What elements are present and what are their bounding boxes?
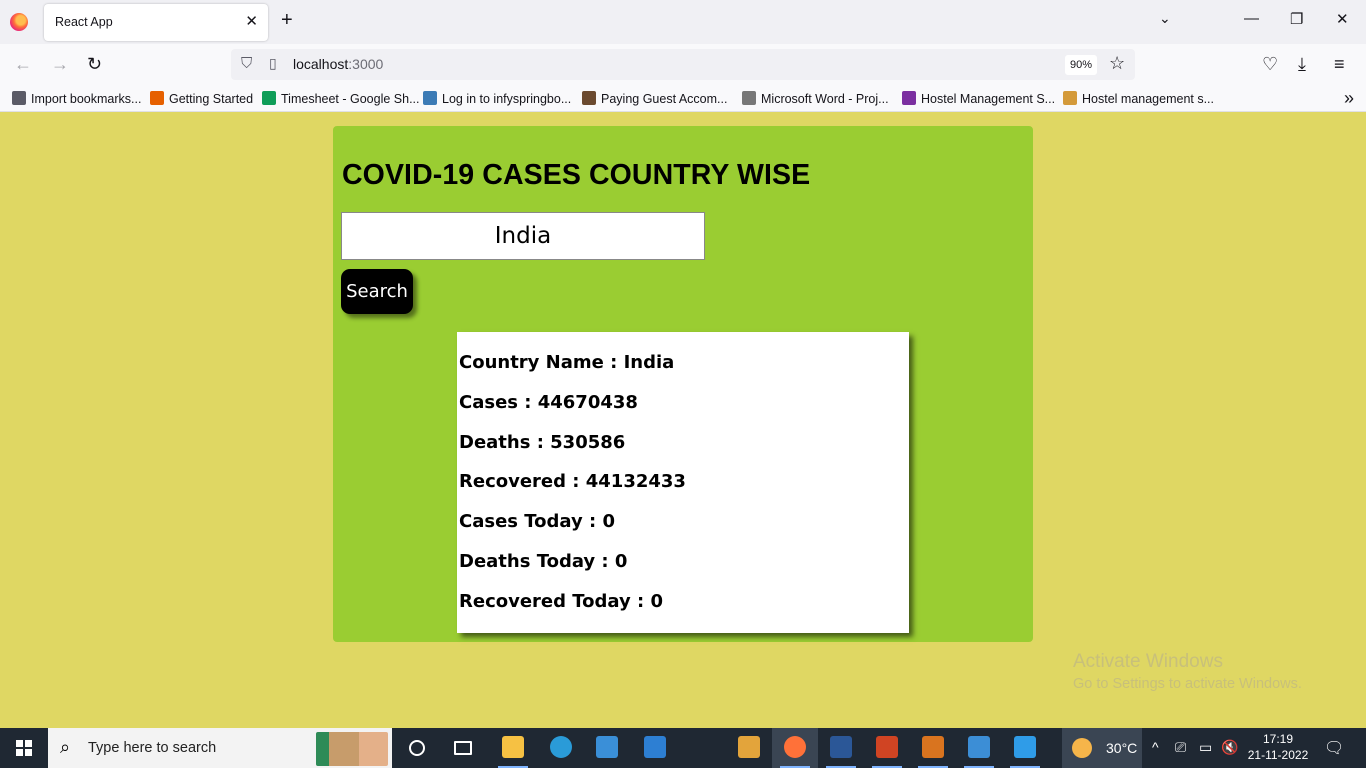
- system-clock[interactable]: 17:19 21-11-2022: [1246, 731, 1310, 763]
- clock-time: 17:19: [1262, 732, 1294, 746]
- photos-icon[interactable]: [956, 728, 1002, 768]
- bookmark-item[interactable]: Hostel Management S...: [902, 91, 1055, 106]
- deaths-today: Deaths Today : 0: [459, 551, 628, 572]
- bookmark-item[interactable]: Log in to infyspringbo...: [423, 91, 571, 106]
- weather-icon: [1072, 738, 1092, 758]
- tab-react-app[interactable]: React App ✕: [44, 4, 268, 41]
- restore-button[interactable]: ❐: [1290, 10, 1303, 28]
- bookmarks-bar: Import bookmarks... Getting Started Time…: [0, 86, 1366, 112]
- site-icon: [423, 91, 437, 105]
- page-icon[interactable]: ▯: [269, 55, 277, 72]
- navigation-bar: ← → ↻ ⛉ ▯ localhost:3000 90% ☆ ♡ ⤓ ≡: [0, 44, 1366, 86]
- site-icon: [582, 91, 596, 105]
- battery-icon[interactable]: ▭: [1199, 739, 1212, 756]
- site-icon: [1063, 91, 1077, 105]
- watermark-title: Activate Windows: [1073, 651, 1223, 672]
- sheets-icon: [262, 91, 276, 105]
- search-icon: ⌕: [60, 737, 71, 757]
- search-highlight-image: [316, 732, 388, 766]
- shield-icon[interactable]: ⛉: [241, 55, 252, 72]
- recovered-today: Recovered Today : 0: [459, 591, 664, 612]
- country-name: Country Name : India: [459, 352, 675, 373]
- url-text[interactable]: localhost:3000: [293, 56, 383, 72]
- edge-icon[interactable]: [538, 728, 584, 768]
- taskbar-search-box[interactable]: ⌕ Type here to search: [48, 728, 392, 768]
- zoom-level[interactable]: 90%: [1065, 55, 1097, 75]
- powerpoint-icon[interactable]: [864, 728, 910, 768]
- back-button[interactable]: ←: [14, 54, 32, 75]
- covid-card: COVID-19 CASES COUNTRY WISE India Search…: [333, 126, 1033, 642]
- volume-icon[interactable]: 🔇: [1221, 739, 1238, 756]
- clock-date: 21-11-2022: [1247, 748, 1309, 762]
- bookmark-item[interactable]: Paying Guest Accom...: [582, 91, 727, 106]
- new-tab-button[interactable]: +: [281, 9, 293, 32]
- close-tab-icon[interactable]: ✕: [245, 12, 258, 30]
- pocket-icon[interactable]: ♡: [1262, 54, 1278, 75]
- menu-icon[interactable]: ≡: [1334, 54, 1345, 75]
- task-view-icon[interactable]: [440, 728, 486, 768]
- firefox-icon: [150, 91, 164, 105]
- import-icon: [12, 91, 26, 105]
- weather-widget[interactable]: 30°C: [1062, 728, 1142, 768]
- tab-bar: React App ✕ + ⌄ — ❐ ✕: [0, 0, 1366, 44]
- windows-start-icon[interactable]: [16, 740, 32, 756]
- download-icon[interactable]: ⤓: [1298, 54, 1306, 75]
- close-window-button[interactable]: ✕: [1336, 10, 1349, 28]
- firefox-taskbar-icon[interactable]: [772, 728, 818, 768]
- weather-temperature: 30°C: [1106, 740, 1138, 756]
- url-bar[interactable]: ⛉ ▯ localhost:3000 90% ☆: [231, 49, 1135, 80]
- file-explorer-icon[interactable]: [490, 728, 536, 768]
- watermark-subtitle: Go to Settings to activate Windows.: [1073, 676, 1302, 692]
- cortana-icon[interactable]: [394, 728, 440, 768]
- activate-windows-watermark: Activate Windows Go to Settings to activ…: [1073, 651, 1302, 692]
- store-icon[interactable]: [584, 728, 630, 768]
- office-app-icon[interactable]: [910, 728, 956, 768]
- tray-chevron-icon[interactable]: ^: [1152, 739, 1159, 755]
- word-icon[interactable]: [818, 728, 864, 768]
- app-folder-icon[interactable]: [726, 728, 772, 768]
- meet-now-icon[interactable]: ⎚: [1175, 739, 1186, 756]
- forward-button[interactable]: →: [51, 54, 69, 75]
- vscode-icon[interactable]: [1002, 728, 1048, 768]
- more-bookmarks-icon[interactable]: »: [1344, 88, 1354, 109]
- minimize-button[interactable]: —: [1244, 10, 1259, 27]
- search-button[interactable]: Search: [341, 269, 413, 314]
- list-tabs-icon[interactable]: ⌄: [1159, 10, 1171, 27]
- bookmark-star-icon[interactable]: ☆: [1109, 53, 1125, 74]
- site-icon: [902, 91, 916, 105]
- bookmark-item[interactable]: Microsoft Word - Proj...: [742, 91, 889, 106]
- mail-icon[interactable]: [632, 728, 678, 768]
- reload-button[interactable]: ↻: [87, 54, 102, 75]
- page-title: COVID-19 CASES COUNTRY WISE: [342, 159, 811, 191]
- deaths: Deaths : 530586: [459, 432, 626, 453]
- country-search-input[interactable]: India: [341, 212, 705, 260]
- bookmark-item[interactable]: Timesheet - Google Sh...: [262, 91, 420, 106]
- cases-today: Cases Today : 0: [459, 511, 615, 532]
- search-placeholder: Type here to search: [88, 740, 217, 756]
- bookmark-item[interactable]: Import bookmarks...: [12, 91, 141, 106]
- bookmark-item[interactable]: Getting Started: [150, 91, 253, 106]
- results-panel: Country Name : India Cases : 44670438 De…: [457, 332, 909, 633]
- tab-title: React App: [55, 15, 113, 29]
- cases: Cases : 44670438: [459, 392, 638, 413]
- recovered: Recovered : 44132433: [459, 471, 686, 492]
- bookmark-item[interactable]: Hostel management s...: [1063, 91, 1214, 106]
- taskbar: ⌕ Type here to search 30°C ^ ⎚ ▭ 🔇 17:19…: [0, 728, 1366, 768]
- firefox-icon[interactable]: [10, 13, 28, 31]
- document-icon: [742, 91, 756, 105]
- notifications-icon[interactable]: 🗨: [1324, 738, 1344, 758]
